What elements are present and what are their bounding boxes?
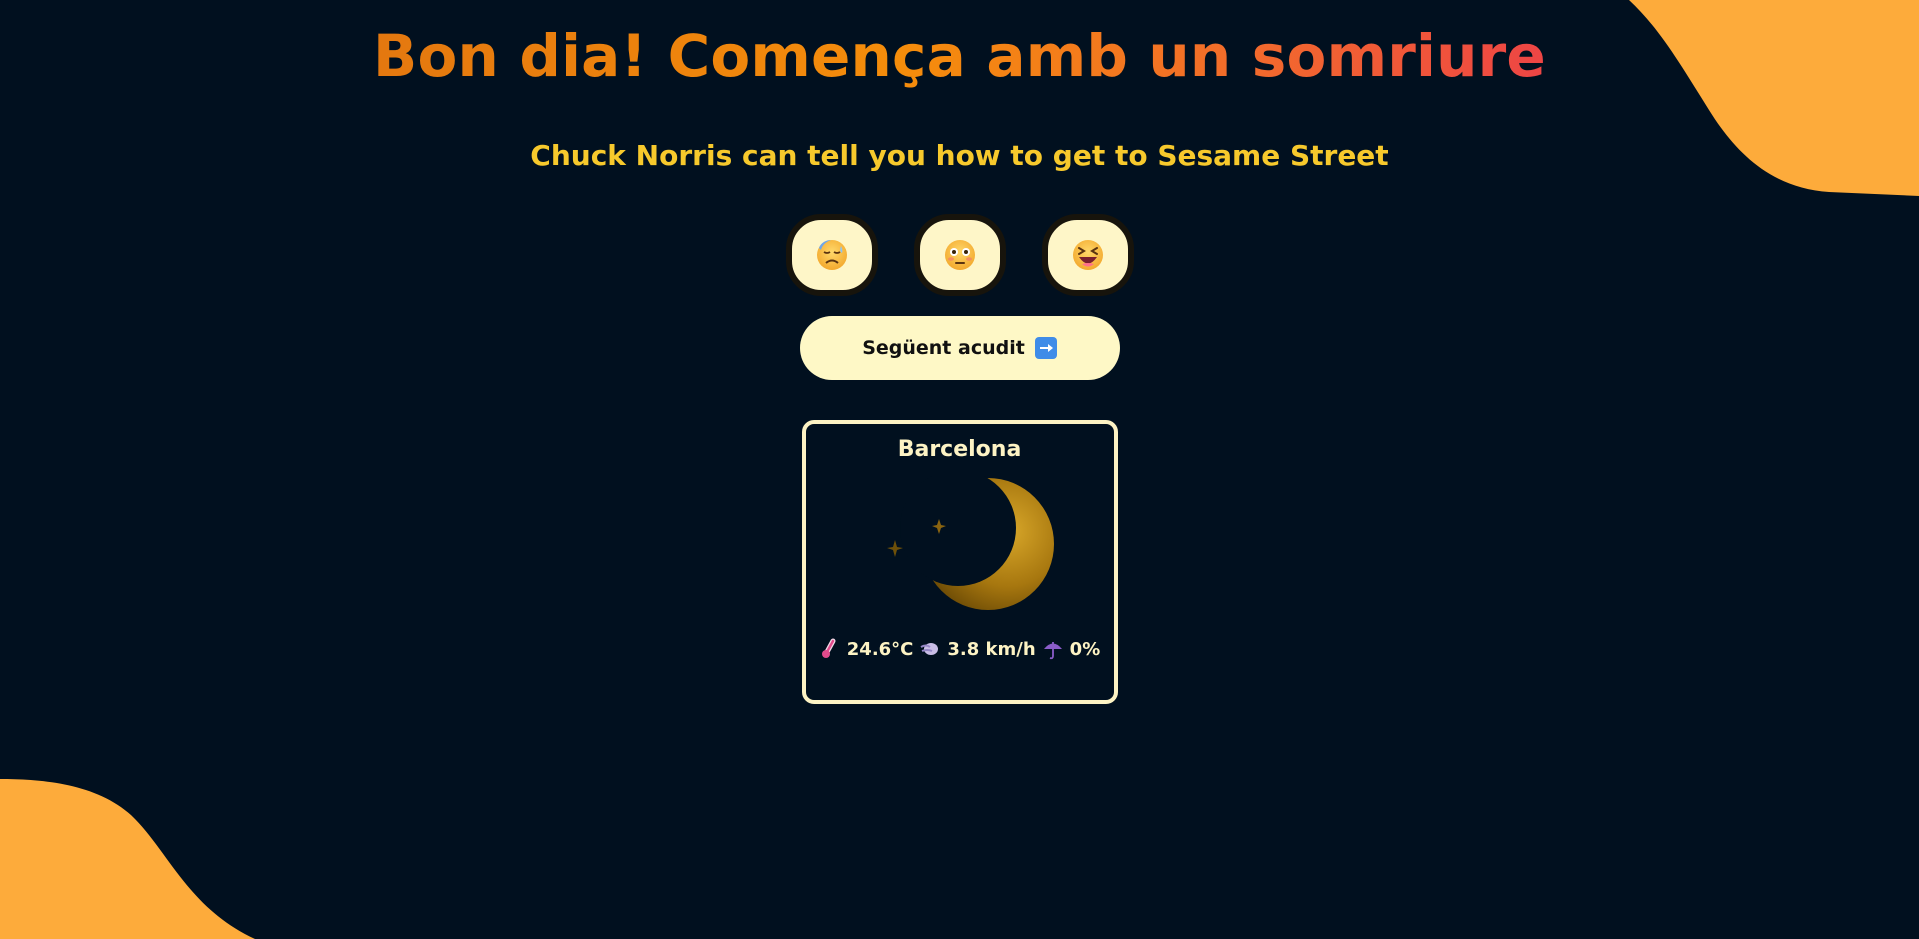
page: Bon dia! Comença amb un somriure Chuck N…	[0, 0, 1919, 939]
crescent-moon-stars-icon	[886, 476, 1054, 610]
temperature-value: 24.6°C	[846, 638, 914, 660]
weather-city: Barcelona	[897, 437, 1022, 462]
page-title: Bon dia! Comença amb un somriure	[373, 22, 1546, 90]
umbrella-icon	[1043, 642, 1062, 660]
reaction-button-neutral[interactable]	[913, 214, 1006, 296]
squinting-laughing-face-icon	[1072, 240, 1103, 270]
thermometer-icon	[821, 638, 836, 658]
joke-text: Chuck Norris can tell you how to get to …	[530, 139, 1389, 172]
next-joke-label: Següent acudit	[862, 337, 1025, 359]
wind-value: 3.8 km/h	[947, 638, 1036, 660]
weather-card: Barcelona 24.6°C 3.8 km/h 0%	[801, 420, 1118, 704]
precipitation-value: 0%	[1069, 638, 1101, 660]
reaction-button-laughing[interactable]	[1041, 214, 1134, 296]
reaction-buttons	[785, 214, 1134, 296]
flushed-face-icon	[944, 240, 975, 270]
main-content: Bon dia! Comença amb un somriure Chuck N…	[0, 0, 1919, 704]
right-arrow-icon	[1034, 337, 1057, 359]
downcast-sweat-face-icon	[816, 240, 847, 270]
wind-icon	[920, 643, 939, 655]
next-joke-button[interactable]: Següent acudit	[799, 316, 1120, 380]
weather-stats: 24.6°C 3.8 km/h 0%	[819, 638, 1100, 660]
decorative-blob-bottom-left	[0, 779, 255, 939]
reaction-button-sad[interactable]	[785, 214, 878, 296]
